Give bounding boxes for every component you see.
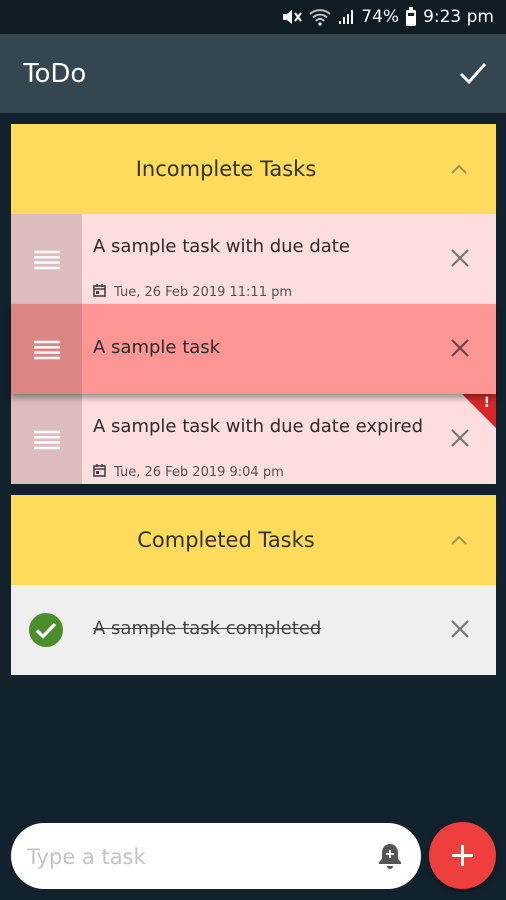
add-reminder-icon[interactable] <box>377 842 403 874</box>
calendar-icon <box>93 464 106 481</box>
completed-tasks-header[interactable]: Completed Tasks <box>11 495 496 585</box>
clock-time: 9:23 pm <box>423 7 494 27</box>
check-icon[interactable] <box>458 58 488 88</box>
task-input[interactable] <box>25 839 359 875</box>
drag-handle-icon <box>34 340 60 364</box>
completed-check-icon[interactable] <box>28 612 64 652</box>
expired-flag <box>462 394 496 428</box>
task-input-bar <box>11 823 421 889</box>
battery-icon <box>405 7 417 27</box>
calendar-icon <box>93 284 106 301</box>
task-text: A sample task <box>93 337 221 358</box>
signal-icon <box>337 8 355 26</box>
incomplete-tasks-header[interactable]: Incomplete Tasks <box>11 124 496 214</box>
delete-task-button[interactable] <box>450 619 470 643</box>
app-bar: ToDo <box>0 34 506 113</box>
section-title: Completed Tasks <box>137 528 315 552</box>
delete-task-button[interactable] <box>450 428 470 452</box>
due-date-text: Tue, 26 Feb 2019 9:04 pm <box>114 465 284 480</box>
due-date: Tue, 26 Feb 2019 9:04 pm <box>93 464 284 481</box>
delete-task-button[interactable] <box>450 338 470 362</box>
section-title: Incomplete Tasks <box>135 157 317 181</box>
task-text: A sample task completed <box>93 618 322 639</box>
incomplete-tasks-section: Incomplete Tasks A sample task with due … <box>11 124 496 484</box>
drag-handle-icon <box>34 250 60 274</box>
task-text: A sample task with due date <box>93 236 350 257</box>
drag-handle-icon <box>34 430 60 454</box>
task-row[interactable]: A sample task <box>11 304 496 394</box>
battery-percent: 74% <box>361 7 400 27</box>
chevron-up-icon[interactable] <box>450 531 468 550</box>
delete-task-button[interactable] <box>450 248 470 272</box>
app-title: ToDo <box>23 59 87 89</box>
task-text: A sample task with due date expired <box>93 416 424 437</box>
completed-tasks-section: Completed Tasks A sample task completed <box>11 495 496 675</box>
expired-exclamation-icon: ! <box>483 395 490 411</box>
chevron-up-icon[interactable] <box>450 160 468 179</box>
drag-handle[interactable] <box>11 394 82 484</box>
completed-task-row[interactable]: A sample task completed <box>11 585 496 675</box>
status-bar: 74% 9:23 pm <box>0 0 506 34</box>
wifi-icon <box>309 8 331 26</box>
task-row[interactable]: A sample task with due date Tue, 26 Feb … <box>11 214 496 304</box>
add-task-button[interactable] <box>429 822 496 889</box>
task-row[interactable]: A sample task with due date expired Tue,… <box>11 394 496 484</box>
mute-icon <box>281 8 303 26</box>
drag-handle[interactable] <box>11 214 82 304</box>
due-date-text: Tue, 26 Feb 2019 11:11 pm <box>114 285 293 300</box>
drag-handle[interactable] <box>11 304 82 394</box>
due-date: Tue, 26 Feb 2019 11:11 pm <box>93 284 292 301</box>
plus-icon <box>452 845 473 866</box>
